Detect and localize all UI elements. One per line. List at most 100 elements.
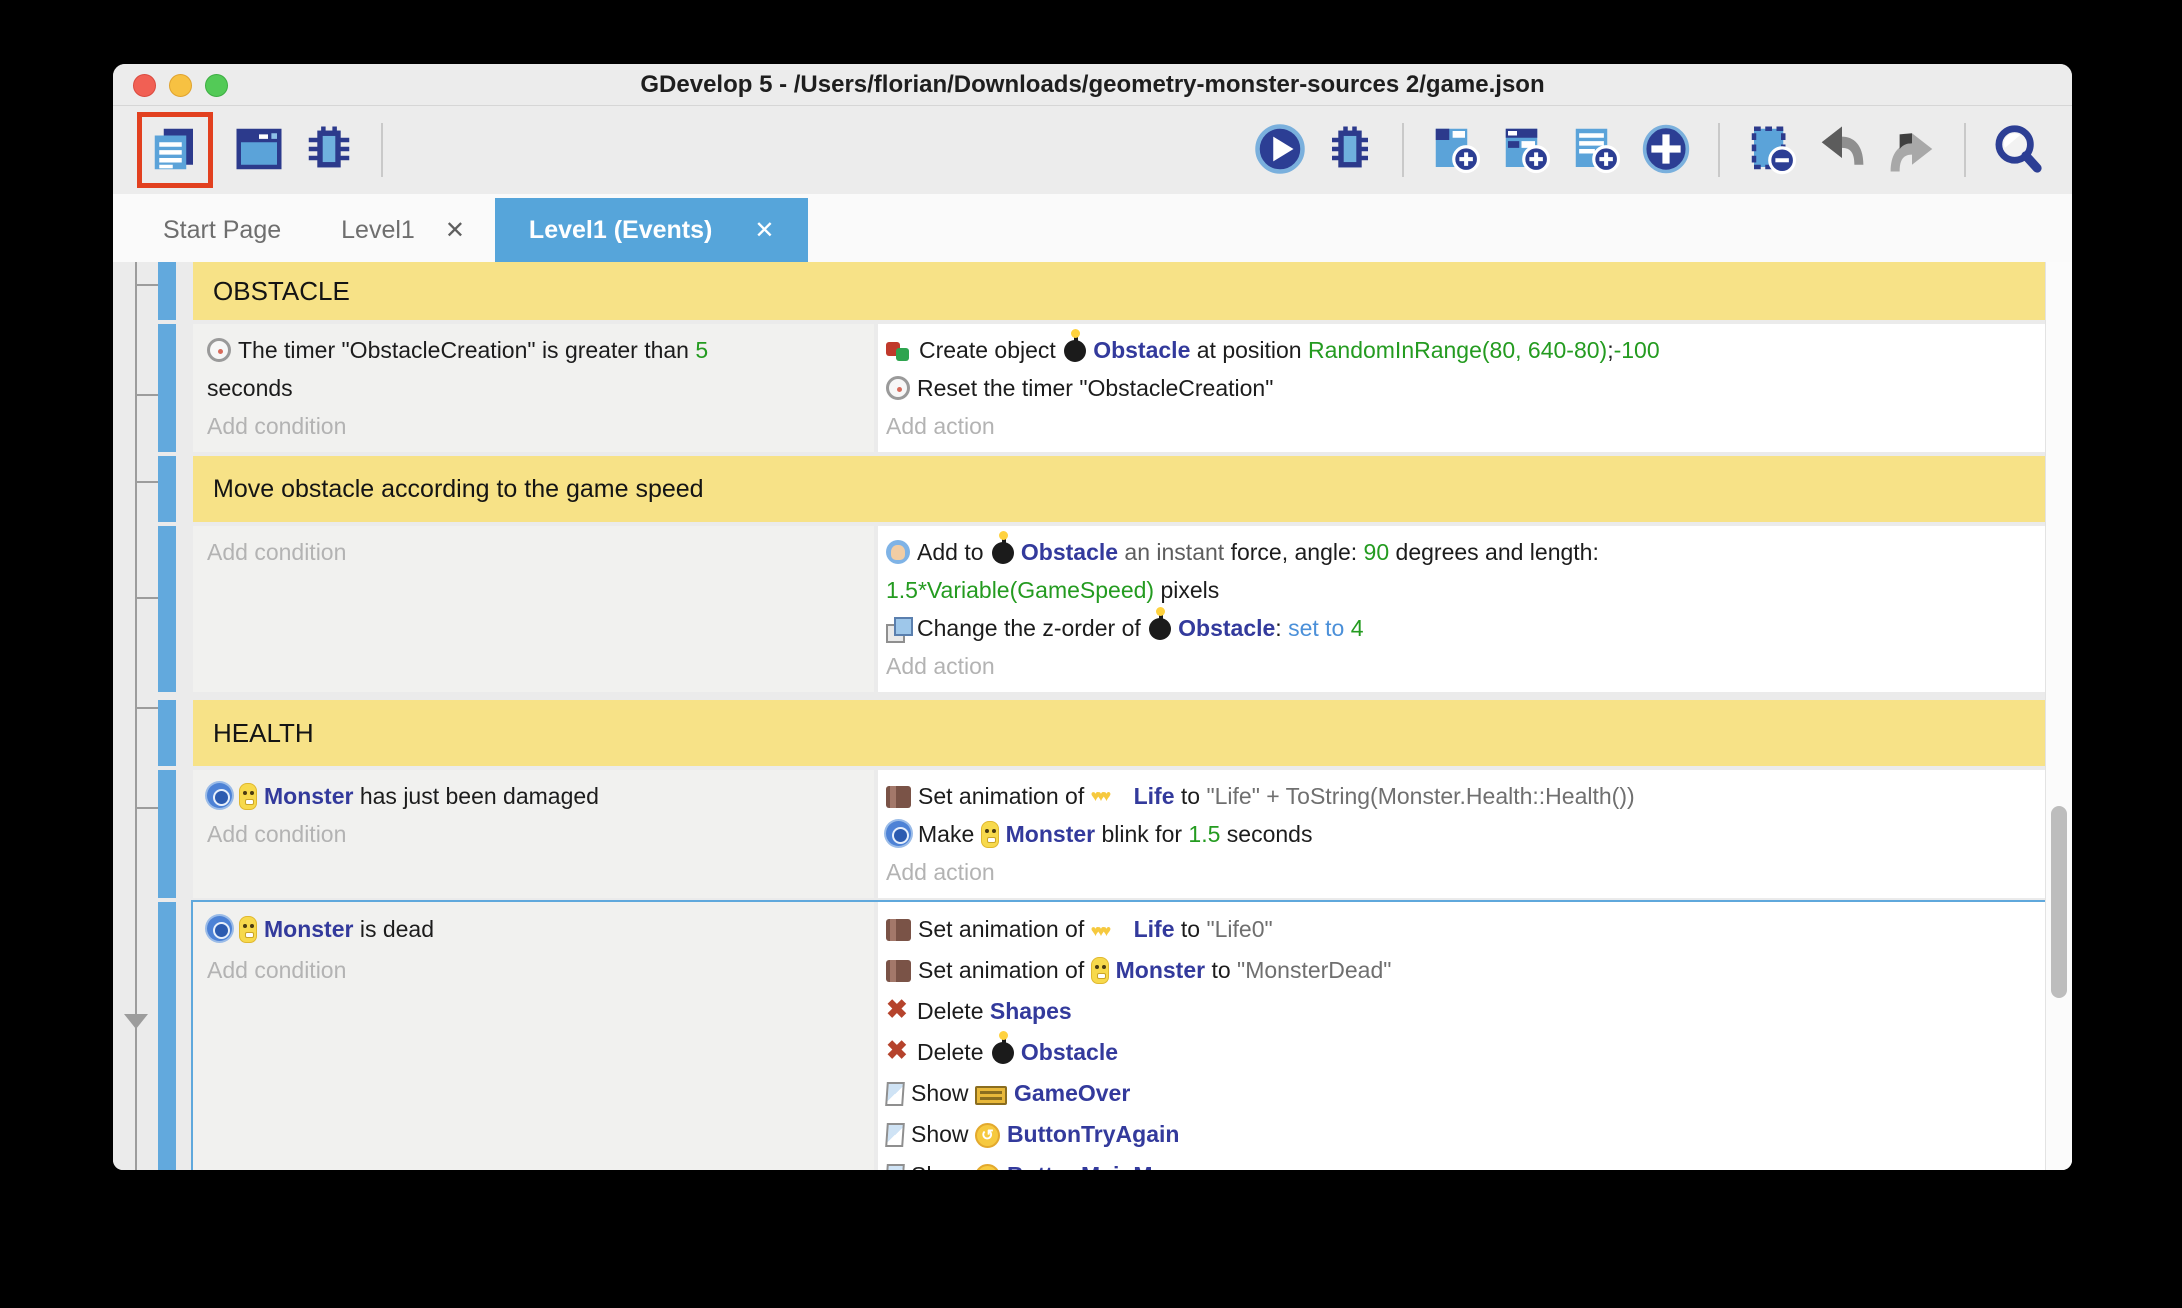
events-list: OBSTACLE The timer "ObstacleCreation" is… <box>158 262 2047 1170</box>
scrollbar-thumb[interactable] <box>2051 806 2067 998</box>
tab-level1[interactable]: Level1 ✕ <box>311 198 495 262</box>
search-button[interactable] <box>1988 120 2048 180</box>
condition-monster-damaged[interactable]: Monster has just been damaged <box>207 777 862 815</box>
bomb-object-icon <box>991 1031 1014 1064</box>
main-toolbar <box>113 106 2072 194</box>
event-row-move: Add condition Add to Obstacle an instant… <box>158 526 2045 692</box>
action-delete-shapes[interactable]: Delete Shapes <box>886 989 2035 1032</box>
action-create-obstacle[interactable]: Create object Obstacle at position Rando… <box>886 329 2035 369</box>
group-header[interactable]: OBSTACLE <box>193 262 2045 320</box>
actions-cell[interactable]: Add to Obstacle an instant force, angle:… <box>878 526 2045 692</box>
show-icon <box>885 1082 905 1106</box>
action-add-force[interactable]: Add to Obstacle an instant force, angle:… <box>886 531 2035 571</box>
redo-button[interactable] <box>1882 120 1942 180</box>
undo-icon <box>1815 122 1869 179</box>
play-button[interactable] <box>1250 120 1310 180</box>
tree-line <box>135 262 137 1170</box>
add-new-button[interactable] <box>1636 120 1696 180</box>
events-sheet-button[interactable] <box>145 120 205 180</box>
group-title: HEALTH <box>213 717 314 748</box>
monster-object-icon <box>239 783 257 810</box>
event-row-damaged: Monster has just been damaged Add condit… <box>158 770 2045 898</box>
toolbar-left-group <box>137 112 395 188</box>
action-reset-timer[interactable]: Reset the timer "ObstacleCreation" <box>886 369 2035 407</box>
action-show-gameover[interactable]: Show GameOver <box>885 1073 2035 1114</box>
add-subevent-button[interactable] <box>1496 120 1556 180</box>
add-action-link[interactable]: Add action <box>886 647 2035 685</box>
add-action-link[interactable]: Add action <box>886 853 2035 891</box>
instant-force-icon <box>886 540 910 564</box>
fold-arrow-icon[interactable] <box>124 1014 148 1029</box>
tab-label: Level1 (Events) <box>528 215 713 244</box>
action-z-order[interactable]: Change the z-order of Obstacle: set to 4 <box>886 607 2035 647</box>
toolbar-divider <box>381 123 383 177</box>
gdevelop-window: GDevelop 5 - /Users/florian/Downloads/ge… <box>113 64 2072 1170</box>
comment-text-row[interactable]: Move obstacle according to the game spee… <box>193 456 2045 522</box>
group-header[interactable]: HEALTH <box>193 700 2045 766</box>
tab-label: Start Page <box>163 215 282 244</box>
add-condition-link[interactable]: Add condition <box>207 407 862 445</box>
action-show-tryagain[interactable]: Show ButtonTryAgain <box>885 1114 2035 1155</box>
add-action-link[interactable]: Add action <box>886 407 2035 445</box>
event-color-bar <box>158 700 176 766</box>
minimize-window-button[interactable] <box>169 73 192 97</box>
tab-start-page[interactable]: Start Page <box>133 198 311 262</box>
selected-event[interactable]: Monster is dead Add condition Set animat… <box>191 900 2047 1170</box>
show-icon <box>885 1123 905 1147</box>
show-icon <box>885 1164 905 1170</box>
behavior-gear-icon <box>207 783 232 808</box>
window-title: GDevelop 5 - /Users/florian/Downloads/ge… <box>640 70 1545 98</box>
action-set-life0[interactable]: Set animation of Life to "Life0" <box>886 909 2035 952</box>
vertical-scrollbar[interactable] <box>2045 262 2072 1170</box>
animation-icon <box>886 919 911 941</box>
toolbar-divider <box>1402 123 1404 177</box>
monster-object-icon <box>239 916 257 943</box>
add-new-icon <box>1639 122 1693 179</box>
event-color-bar <box>158 324 176 452</box>
behavior-gear-icon <box>207 916 232 941</box>
conditions-cell[interactable]: The timer "ObstacleCreation" is greater … <box>193 324 874 452</box>
add-condition-link[interactable]: Add condition <box>207 815 862 853</box>
event-color-bar <box>158 262 176 320</box>
add-event-button[interactable] <box>1426 120 1486 180</box>
add-condition-link[interactable]: Add condition <box>207 533 862 571</box>
remove-selection-button[interactable] <box>1742 120 1802 180</box>
monster-object-icon <box>1090 957 1109 984</box>
events-sheet: OBSTACLE The timer "ObstacleCreation" is… <box>113 262 2072 1170</box>
add-comment-button[interactable] <box>1566 120 1626 180</box>
zoom-window-button[interactable] <box>205 73 228 97</box>
action-set-monsterdead[interactable]: Set animation of Monster to "MonsterDead… <box>886 950 2035 991</box>
scene-editor-button[interactable] <box>229 120 289 180</box>
add-condition-link[interactable]: Add condition <box>207 950 862 991</box>
undo-button[interactable] <box>1812 120 1872 180</box>
action-add-force-wrap[interactable]: 1.5*Variable(GameSpeed) pixels <box>886 571 2035 609</box>
close-icon[interactable]: ✕ <box>754 216 774 245</box>
actions-cell[interactable]: Set animation of Life to "Life0" Set ani… <box>878 902 2045 1170</box>
action-set-life-anim[interactable]: Set animation of Life to "Life" + ToStri… <box>886 777 2035 816</box>
group-title: OBSTACLE <box>213 275 350 306</box>
action-delete-obstacle[interactable]: Delete Obstacle <box>886 1030 2035 1073</box>
add-event-icon <box>1429 122 1483 179</box>
condition-monster-dead[interactable]: Monster is dead <box>207 909 862 950</box>
actions-cell[interactable]: Create object Obstacle at position Rando… <box>878 324 2045 452</box>
event-color-bar <box>158 902 176 1170</box>
condition-timer[interactable]: The timer "ObstacleCreation" is greater … <box>207 331 862 369</box>
animation-icon <box>886 786 911 808</box>
bomb-object-icon <box>1149 607 1172 640</box>
timer-icon <box>886 376 910 400</box>
debug-icon <box>1323 122 1377 179</box>
conditions-cell[interactable]: Add condition <box>193 526 874 692</box>
close-window-button[interactable] <box>133 73 156 97</box>
debug-button[interactable] <box>1320 120 1380 180</box>
conditions-cell[interactable]: Monster has just been damaged Add condit… <box>193 770 874 898</box>
debugger-button[interactable] <box>299 120 359 180</box>
action-blink[interactable]: Make Monster blink for 1.5 seconds <box>886 815 2035 853</box>
group-row-health: HEALTH <box>158 700 2045 766</box>
tab-label: Level1 <box>341 215 415 244</box>
condition-timer-wrap[interactable]: seconds <box>207 369 862 407</box>
actions-cell[interactable]: Set animation of Life to "Life" + ToStri… <box>878 770 2045 898</box>
tab-level1-events[interactable]: Level1 (Events) ✕ <box>494 198 809 262</box>
action-show-mainmenu[interactable]: Show ButtonMainMenu <box>885 1155 2035 1170</box>
close-icon[interactable]: ✕ <box>445 216 465 245</box>
conditions-cell[interactable]: Monster is dead Add condition <box>193 902 874 1170</box>
